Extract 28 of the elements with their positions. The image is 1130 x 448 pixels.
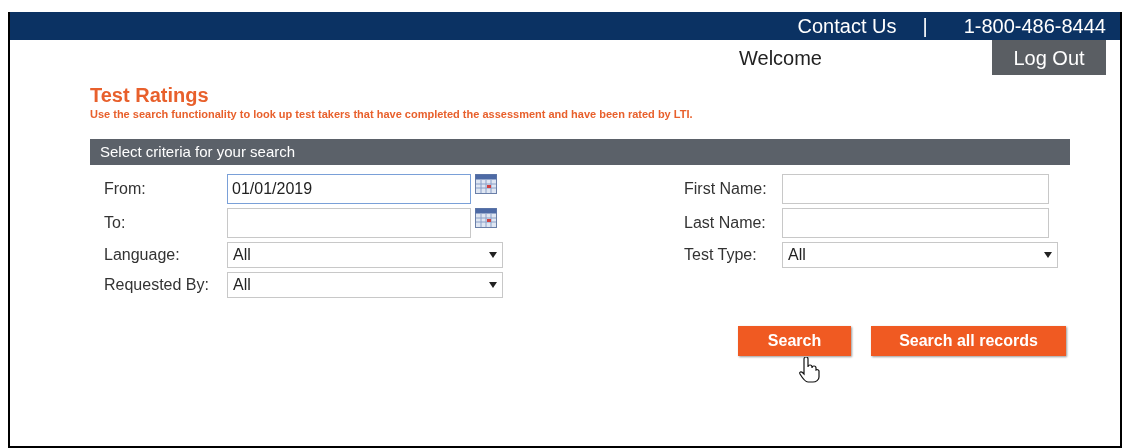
welcome-text: Welcome	[739, 45, 822, 71]
field-label: Language:	[104, 245, 181, 265]
date-field[interactable]: 01/01/2019	[227, 174, 471, 204]
page-title: Test Ratings	[90, 83, 210, 107]
contact-link[interactable]: Contact Us	[797, 11, 897, 41]
dropdown[interactable]: All	[227, 272, 503, 298]
dropdown-arrow-icon	[1044, 252, 1052, 258]
dropdown-arrow-icon	[489, 252, 497, 258]
logout-button[interactable]: Log Out	[992, 40, 1106, 75]
dropdown[interactable]: All	[227, 242, 503, 268]
text-field[interactable]	[782, 174, 1049, 204]
field-label: Last Name:	[684, 213, 767, 233]
dropdown-arrow-icon	[489, 282, 497, 288]
calendar-icon[interactable]	[475, 208, 497, 228]
calendar-icon[interactable]	[475, 174, 497, 194]
field-label: First Name:	[684, 179, 768, 199]
text-field[interactable]	[782, 208, 1049, 238]
date-field[interactable]	[227, 208, 471, 238]
field-label: Test Type:	[684, 245, 758, 265]
field-label: Requested By:	[104, 275, 210, 295]
page-description: Use the search functionality to look up test takers that have completed the assessment and have been rated by LTI.	[90, 107, 694, 121]
field-label: From:	[104, 179, 147, 199]
phone-number: 1-800-486-8444	[963, 14, 1106, 39]
criteria-header: Select criteria for your search	[90, 139, 1070, 165]
dropdown[interactable]: All	[782, 242, 1058, 268]
field-label: To:	[104, 213, 127, 233]
hand-cursor-icon	[798, 357, 820, 383]
separator: |	[922, 14, 928, 39]
